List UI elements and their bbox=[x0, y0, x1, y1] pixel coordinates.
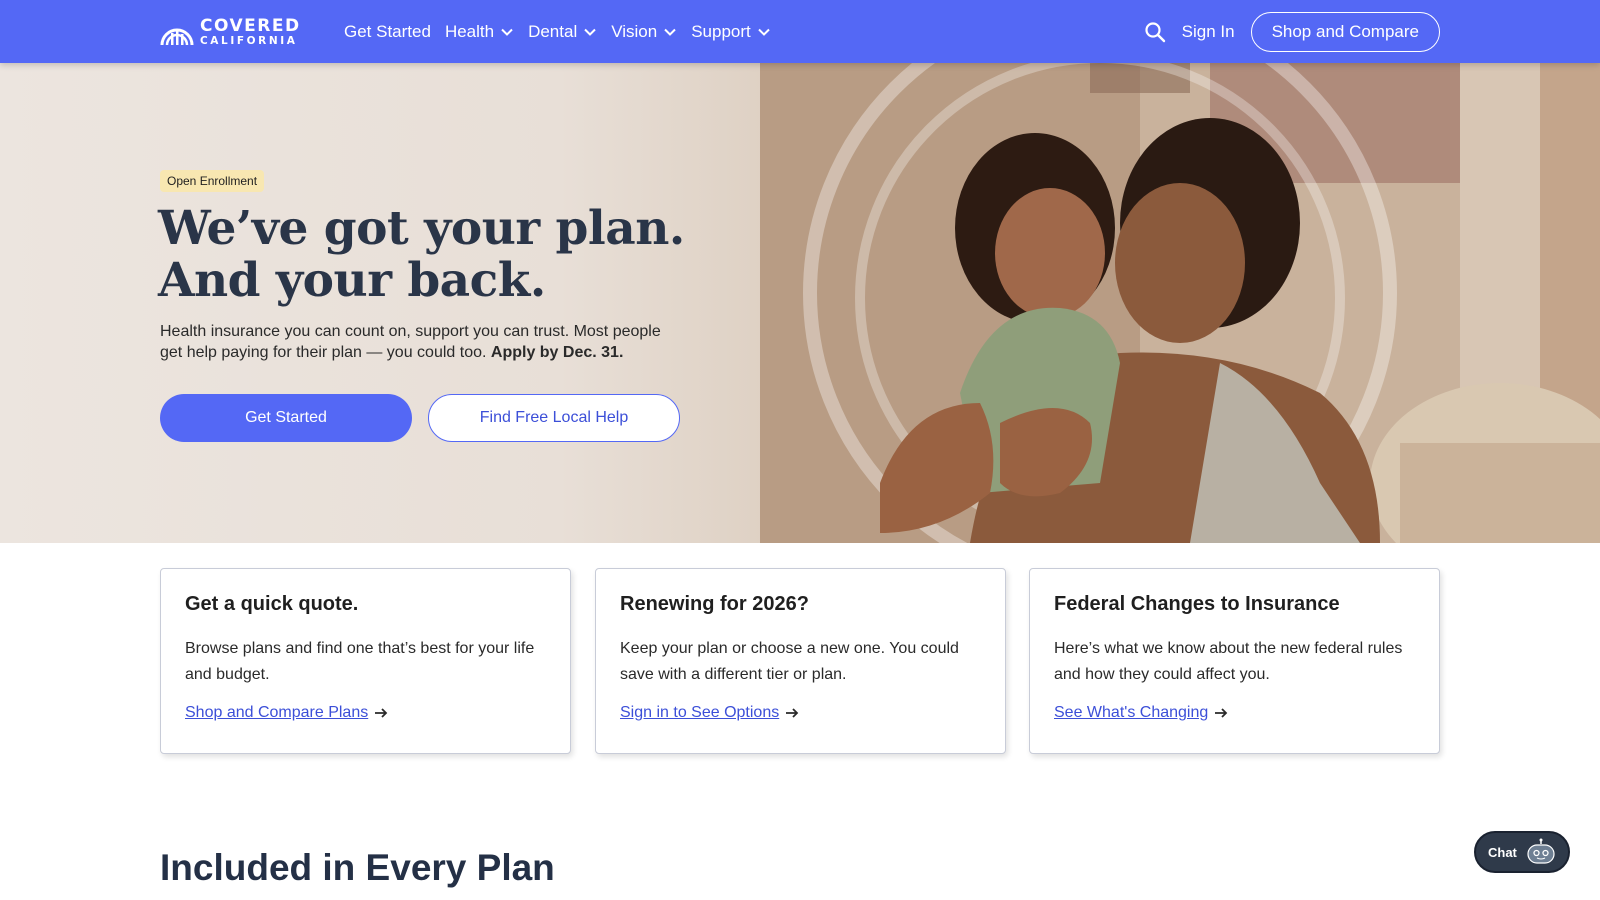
hero-family-photo bbox=[760, 63, 1600, 543]
card-link-label: Shop and Compare Plans bbox=[185, 704, 369, 721]
main-menu: Get Started Health Dental Vision Support bbox=[344, 0, 785, 63]
chat-button[interactable]: Chat bbox=[1474, 831, 1570, 873]
chat-label: Chat bbox=[1488, 844, 1517, 860]
see-whats-changing-link[interactable]: See What's Changing bbox=[1054, 704, 1228, 722]
chatbot-icon bbox=[1527, 838, 1555, 864]
menu-label: Health bbox=[444, 21, 495, 41]
nav-actions: Sign In Shop and Compare bbox=[1144, 12, 1440, 52]
hero-title: We’ve got your plan. And your back. bbox=[158, 203, 685, 307]
menu-dental[interactable]: Dental bbox=[528, 22, 597, 42]
quick-quote-card: Get a quick quote. Browse plans and find… bbox=[160, 568, 571, 754]
shop-compare-plans-link[interactable]: Shop and Compare Plans bbox=[185, 704, 388, 722]
chevron-down-icon bbox=[664, 28, 676, 36]
included-section-title: Included in Every Plan bbox=[160, 847, 555, 888]
top-navbar: COVERED CALIFORNIA Get Started Health De… bbox=[0, 0, 1600, 63]
card-link-label: Sign in to See Options bbox=[620, 704, 780, 721]
logo-line2: CALIFORNIA bbox=[200, 34, 298, 47]
arrow-right-icon bbox=[786, 708, 799, 718]
renewing-card: Renewing for 2026? Keep your plan or cho… bbox=[595, 568, 1006, 754]
menu-health[interactable]: Health bbox=[445, 22, 514, 42]
arrow-right-icon bbox=[1215, 708, 1228, 718]
menu-vision[interactable]: Vision bbox=[611, 22, 677, 42]
card-body: Here’s what we know about the new federa… bbox=[1054, 640, 1403, 683]
card-body: Keep your plan or choose a new one. You … bbox=[620, 640, 959, 683]
chevron-down-icon bbox=[758, 28, 770, 36]
card-title: Federal Changes to Insurance bbox=[1054, 593, 1340, 615]
open-enrollment-badge: Open Enrollment bbox=[160, 170, 265, 192]
menu-get-started[interactable]: Get Started bbox=[344, 22, 431, 42]
card-body: Browse plans and find one that’s best fo… bbox=[185, 640, 535, 683]
federal-changes-card: Federal Changes to Insurance Here’s what… bbox=[1029, 568, 1440, 754]
menu-label: Get Started bbox=[344, 21, 431, 41]
shop-and-compare-button[interactable]: Shop and Compare bbox=[1250, 12, 1440, 52]
chevron-down-icon bbox=[501, 28, 513, 36]
card-title: Renewing for 2026? bbox=[620, 593, 809, 615]
arrow-right-icon bbox=[375, 708, 388, 718]
logo-wordmark: COVERED CALIFORNIA bbox=[200, 15, 301, 47]
get-started-button[interactable]: Get Started bbox=[160, 394, 412, 442]
logo-icon bbox=[160, 28, 194, 46]
menu-support[interactable]: Support bbox=[691, 22, 771, 42]
card-link-label: See What's Changing bbox=[1054, 704, 1209, 721]
hero-title-line2: And your back. bbox=[158, 253, 546, 308]
hero-banner: Open Enrollment We’ve got your plan. And… bbox=[0, 63, 1600, 543]
chevron-down-icon bbox=[584, 28, 596, 36]
sign-in-link[interactable]: Sign In bbox=[1182, 22, 1235, 42]
search-icon[interactable] bbox=[1144, 21, 1166, 43]
covered-california-logo[interactable]: COVERED CALIFORNIA bbox=[159, 15, 301, 49]
hero-subtitle: Health insurance you can count on, suppo… bbox=[160, 321, 680, 363]
logo-line1: COVERED bbox=[200, 15, 301, 36]
sign-in-see-options-link[interactable]: Sign in to See Options bbox=[620, 704, 799, 722]
menu-label: Dental bbox=[528, 21, 578, 41]
card-title: Get a quick quote. bbox=[185, 593, 359, 615]
hero-subtitle-deadline: Apply by Dec. 31. bbox=[490, 344, 624, 361]
find-local-help-button[interactable]: Find Free Local Help bbox=[428, 394, 680, 442]
menu-label: Support bbox=[691, 21, 751, 41]
menu-label: Vision bbox=[611, 21, 658, 41]
hero-title-line1: We’ve got your plan. bbox=[158, 201, 685, 256]
